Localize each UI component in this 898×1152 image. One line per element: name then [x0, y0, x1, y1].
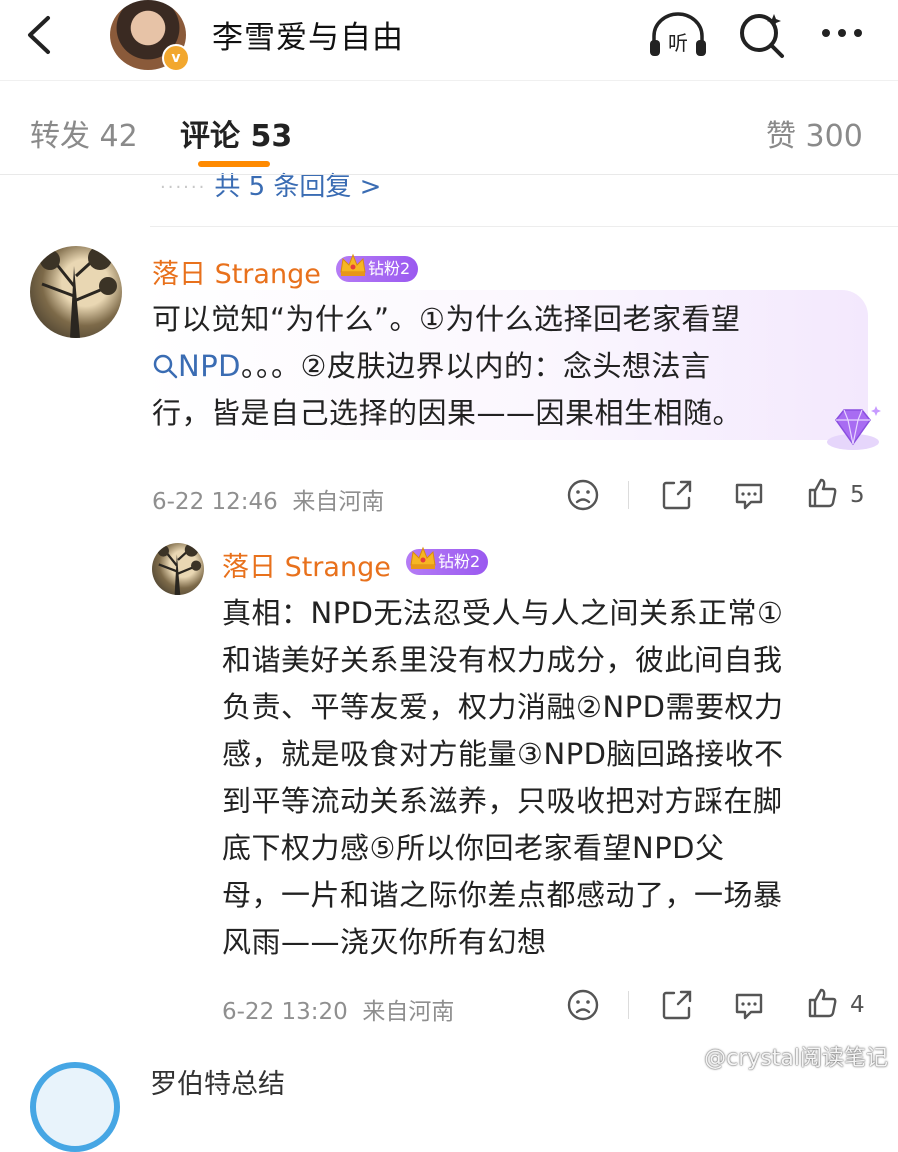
- listen-icon[interactable]: 听: [646, 10, 706, 60]
- reply-line: 负责、平等友爱，权力消融②NPD需要权力: [222, 690, 784, 724]
- more-replies-link[interactable]: ······ 共 5 条回复 >: [160, 166, 381, 203]
- comment-line-2-rest: 。。。②皮肤边界以内的：念头想法言: [241, 349, 711, 383]
- comment-separator: [150, 226, 898, 227]
- share-icon[interactable]: [660, 478, 694, 512]
- tab-comments[interactable]: 评论 53: [180, 111, 292, 155]
- verified-badge: v: [162, 44, 190, 72]
- like-count: 4: [850, 992, 865, 1018]
- like-icon[interactable]: [806, 986, 840, 1020]
- action-separator: [628, 991, 629, 1019]
- reply-line: 真相：NPD无法忍受人与人之间关系正常①: [222, 596, 784, 630]
- more-icon[interactable]: [816, 10, 872, 60]
- reply-timestamp: 6-22 13:20 来自河南: [222, 992, 454, 1026]
- tab-bar: 转发 42 评论 53 赞 300: [0, 80, 898, 175]
- ellipsis-divider: ······: [160, 177, 207, 198]
- reply-avatar[interactable]: [152, 543, 204, 595]
- crown-icon: [340, 253, 366, 276]
- action-separator: [628, 481, 629, 509]
- tab-likes[interactable]: 赞 300: [766, 111, 863, 155]
- page-title: 李雪爱与自由: [212, 20, 404, 56]
- reply-line: 底下权力感⑤所以你回老家看望NPD父: [222, 831, 725, 865]
- more-replies-label: 共 5 条回复 >: [214, 172, 382, 202]
- timestamp-text: 6-22 13:20: [222, 999, 348, 1025]
- location-text: 来自河南: [362, 999, 455, 1025]
- tab-repost[interactable]: 转发 42: [30, 111, 138, 155]
- svg-text:听: 听: [668, 31, 688, 55]
- commenter-name[interactable]: 落日 Strange: [152, 252, 321, 291]
- comment-timestamp: 6-22 12:46 来自河南: [152, 482, 384, 516]
- comment-line-3: 行，皆是自己选择的因果——因果相生相随。: [152, 396, 743, 430]
- reply-username[interactable]: 落日 Strange: [222, 545, 391, 584]
- comment-icon[interactable]: [732, 478, 766, 512]
- fan-badge-label: 钻粉2: [438, 552, 481, 571]
- comment-line-1: 可以觉知“为什么”。①为什么选择回老家看望: [152, 302, 741, 336]
- reply-fan-badge: 钻粉2: [406, 546, 489, 575]
- watermark: @crystal阅读笔记: [704, 1046, 888, 1071]
- comment-text: 可以觉知“为什么”。①为什么选择回老家看望 NPD。。。②皮肤边界以内的：念头想…: [152, 296, 852, 437]
- dislike-icon[interactable]: [566, 478, 600, 512]
- tab-divider: [0, 174, 898, 175]
- search-icon: [153, 354, 178, 379]
- reply-line: 风雨——浇灭你所有幻想: [222, 925, 547, 959]
- fan-badge-label: 钻粉2: [368, 259, 411, 278]
- commenter-avatar[interactable]: [30, 246, 122, 338]
- next-commenter-avatar[interactable]: [30, 1062, 120, 1152]
- reply-line: 和谐美好关系里没有权力成分，彼此间自我: [222, 643, 783, 677]
- topic-link[interactable]: NPD: [152, 349, 241, 383]
- back-arrow-icon[interactable]: [18, 12, 64, 58]
- like-icon[interactable]: [806, 476, 840, 510]
- crown-icon: [410, 546, 436, 569]
- timestamp-text: 6-22 12:46: [152, 489, 278, 515]
- comment-line-2: NPD。。。②皮肤边界以内的：念头想法言: [152, 343, 852, 390]
- share-icon[interactable]: [660, 988, 694, 1022]
- location-text: 来自河南: [292, 489, 385, 515]
- dislike-icon[interactable]: [566, 988, 600, 1022]
- gem-icon: [827, 406, 881, 450]
- comment-icon[interactable]: [732, 988, 766, 1022]
- search-icon[interactable]: [734, 10, 790, 60]
- like-count: 5: [850, 482, 865, 508]
- reply-line: 感，就是吸食对方能量③NPD脑回路接收不: [222, 737, 784, 771]
- reply-line: 母，一片和谐之际你差点都感动了，一场暴: [222, 878, 783, 912]
- top-bar: v 李雪爱与自由 听: [0, 0, 898, 78]
- reply-text: 真相：NPD无法忍受人与人之间关系正常① 和谐美好关系里没有权力成分，彼此间自我…: [222, 590, 882, 966]
- reply-line: 到平等流动关系滋养，只吸收把对方踩在脚: [222, 784, 783, 818]
- next-commenter-name[interactable]: 罗伯特总结: [150, 1062, 285, 1101]
- fan-badge: 钻粉2: [336, 253, 419, 282]
- topic-label: NPD: [178, 349, 242, 383]
